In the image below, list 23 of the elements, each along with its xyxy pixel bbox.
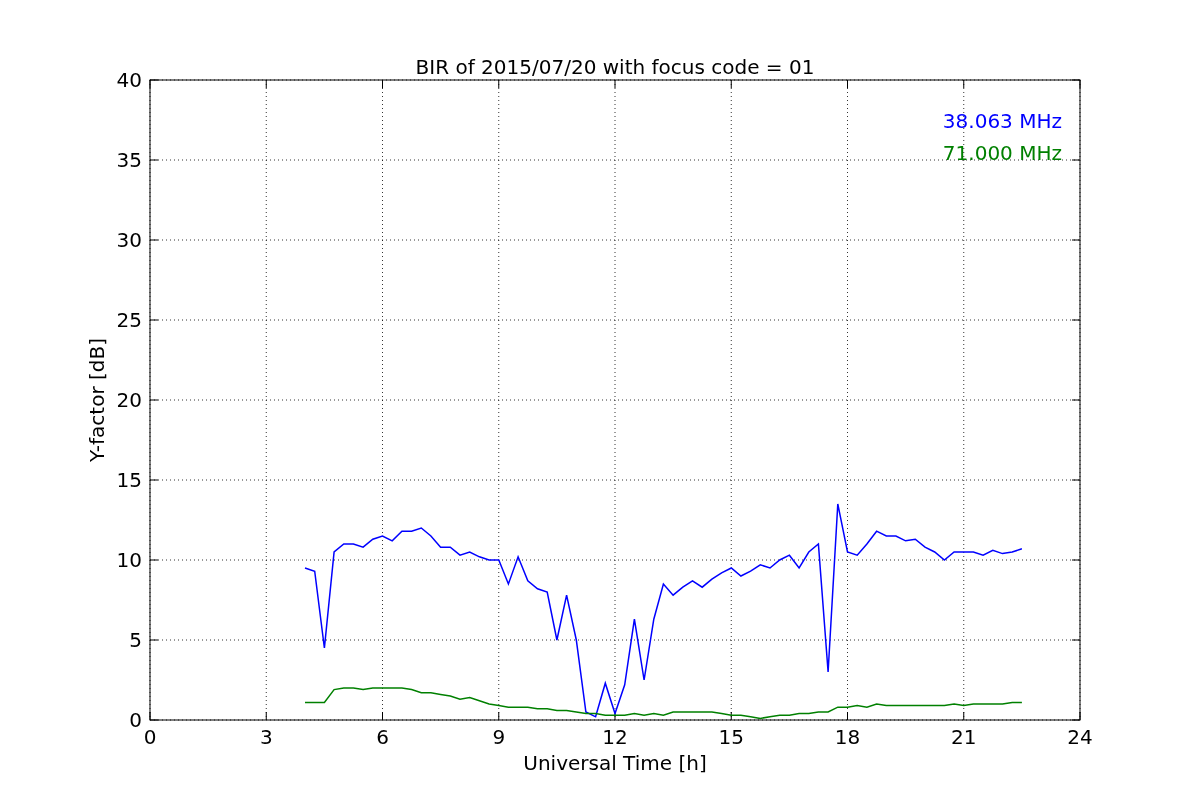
x-tick-label: 15: [718, 725, 744, 749]
x-tick-label: 12: [602, 725, 628, 749]
x-tick-label: 21: [951, 725, 977, 749]
y-tick-label: 25: [116, 308, 142, 332]
x-tick-label: 18: [834, 725, 861, 749]
x-axis-label: Universal Time [h]: [523, 751, 707, 775]
y-tick-label: 15: [116, 468, 142, 492]
x-tick-label: 3: [259, 725, 273, 749]
y-tick-label: 0: [129, 708, 142, 732]
x-tick-label: 9: [492, 725, 506, 749]
y-tick-label: 5: [129, 628, 142, 652]
y-axis-label: Y-factor [dB]: [85, 338, 109, 462]
legend-label: 38.063 MHz: [942, 109, 1062, 133]
x-tick-label: 6: [376, 725, 389, 749]
y-tick-label: 40: [116, 68, 142, 92]
y-tick-label: 10: [116, 548, 142, 572]
y-tick-label: 30: [116, 228, 142, 252]
y-tick-label: 35: [116, 148, 142, 172]
chart-title: BIR of 2015/07/20 with focus code = 01: [415, 55, 815, 79]
x-tick-label: 24: [1067, 725, 1093, 749]
legend-label: 71.000 MHz: [942, 141, 1062, 165]
y-tick-label: 20: [116, 388, 142, 412]
x-tick-label: 0: [143, 725, 157, 749]
